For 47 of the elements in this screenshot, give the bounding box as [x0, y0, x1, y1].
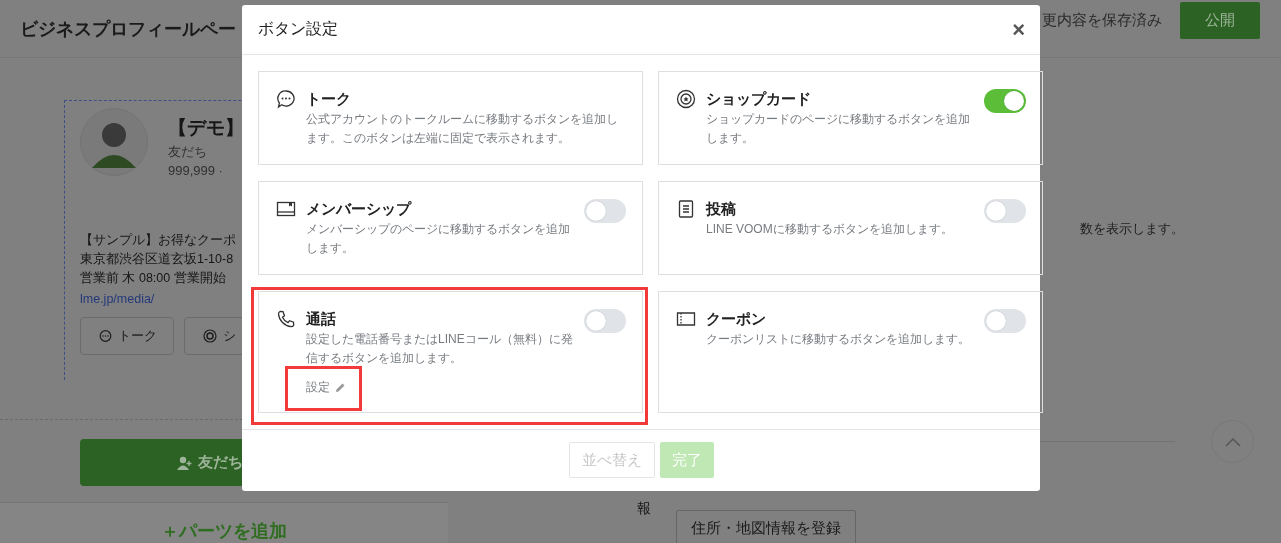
person-add-icon	[177, 455, 192, 470]
toggle-switch[interactable]	[584, 309, 626, 333]
option-title: メンバーシップ	[306, 199, 413, 219]
stamp-card-icon	[676, 89, 696, 109]
card-icon	[276, 199, 296, 219]
close-button[interactable]: ×	[1012, 18, 1025, 41]
toggle-switch[interactable]	[584, 199, 626, 223]
account-name: 【デモ】	[168, 116, 244, 140]
option-description: 公式アカウントのトークルームに移動するボタンを追加します。このボタンは左端に固定で表示されます。	[306, 111, 619, 147]
friends-label: 友だち	[168, 143, 208, 161]
profile-text: 【サンプル】お得なクーポ	[80, 232, 236, 249]
save-status: 更内容を保存済み	[1042, 11, 1162, 30]
option-title: ショップカード	[706, 89, 812, 109]
page-title: ビジネスプロフィールペー	[20, 17, 236, 41]
preview-button[interactable]: トーク	[80, 317, 174, 355]
dialog-title: ボタン設定	[258, 19, 338, 39]
chat-icon	[276, 89, 296, 109]
publish-button[interactable]: 公開	[1180, 2, 1260, 39]
option-description: クーポンリストに移動するボタンを追加します。	[706, 331, 971, 348]
settings-link[interactable]: 設定	[306, 379, 346, 396]
profile-text: 東京都渋谷区道玄坂1-10-8	[80, 251, 234, 268]
chevron-up-icon	[1224, 436, 1241, 447]
option-title: トーク	[306, 89, 352, 109]
scroll-top-button[interactable]	[1211, 420, 1254, 463]
toggle-switch[interactable]	[984, 89, 1026, 113]
option-description: LINE VOOMに移動するボタンを追加します。	[706, 221, 954, 238]
description-text: 数を表示します。	[1080, 221, 1185, 238]
phone-icon	[276, 309, 296, 329]
option-description: ショップカードのページに移動するボタンを追加します。	[706, 111, 971, 147]
register-address-button[interactable]: 住所・地図情報を登録	[676, 510, 856, 543]
option-description: メンバーシップのページに移動するボタンを追加します。	[306, 221, 571, 257]
document-icon	[676, 199, 696, 219]
friends-count: 999,999 ·	[168, 162, 224, 180]
option-title: 投稿	[706, 199, 737, 219]
field-label: 報	[636, 499, 651, 518]
target-icon	[203, 329, 217, 343]
pencil-icon	[334, 381, 346, 394]
option-description: 設定した電話番号またはLINEコール（無料）に発信するボタンを追加します。	[306, 331, 574, 367]
option-title: 通話	[306, 309, 337, 329]
profile-text: 営業前 木 08:00 営業開始	[80, 270, 226, 287]
toggle-switch[interactable]	[984, 309, 1026, 333]
profile-link[interactable]: lme.jp/media/	[80, 288, 155, 310]
toggle-switch[interactable]	[984, 199, 1026, 223]
chat-icon	[99, 329, 112, 343]
avatar	[80, 108, 148, 176]
ticket-icon	[676, 309, 696, 329]
option-title: クーポン	[706, 309, 767, 329]
